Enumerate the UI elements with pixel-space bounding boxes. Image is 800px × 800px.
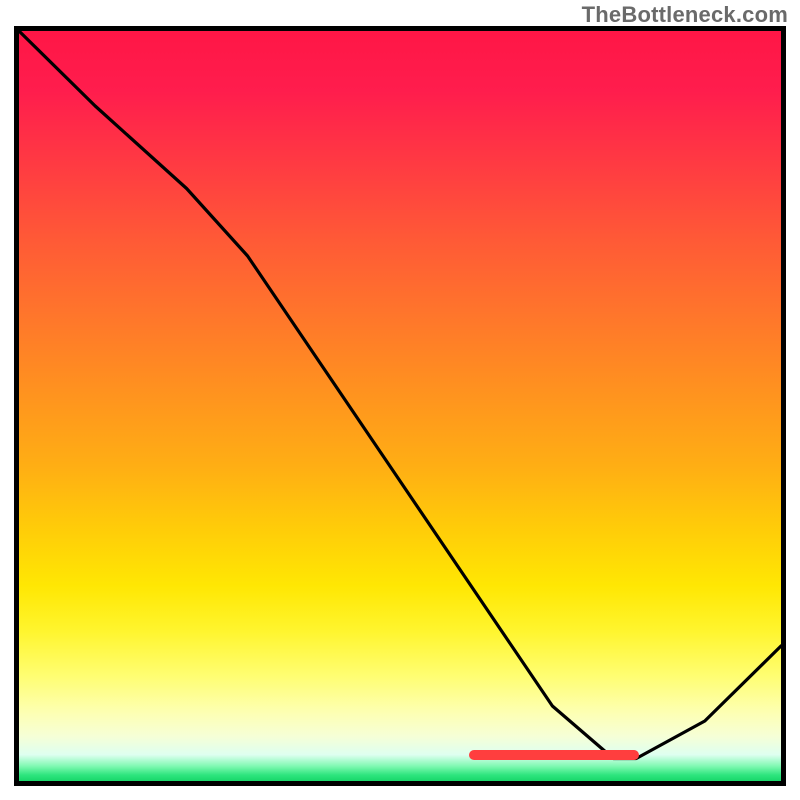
optimal-range-marker bbox=[469, 750, 639, 760]
watermark-text: TheBottleneck.com bbox=[582, 2, 788, 28]
chart-plot-area bbox=[14, 26, 786, 786]
bottleneck-curve bbox=[19, 31, 781, 781]
